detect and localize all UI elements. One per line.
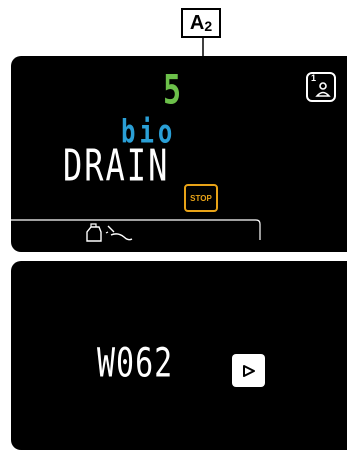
load-dispense-icon (86, 223, 133, 242)
play-button[interactable] (232, 354, 265, 387)
bottom-display-panel: W062 (11, 261, 347, 450)
bottom-bar-frame (11, 219, 261, 240)
error-code: W062 (97, 340, 174, 388)
callout-index: 2 (204, 18, 213, 34)
play-icon (242, 364, 255, 377)
top-display-panel: 5 bio DRAIN STOP 1 (11, 56, 347, 252)
callout-a2: A2 (181, 8, 221, 38)
callout-letter: A (189, 11, 205, 34)
